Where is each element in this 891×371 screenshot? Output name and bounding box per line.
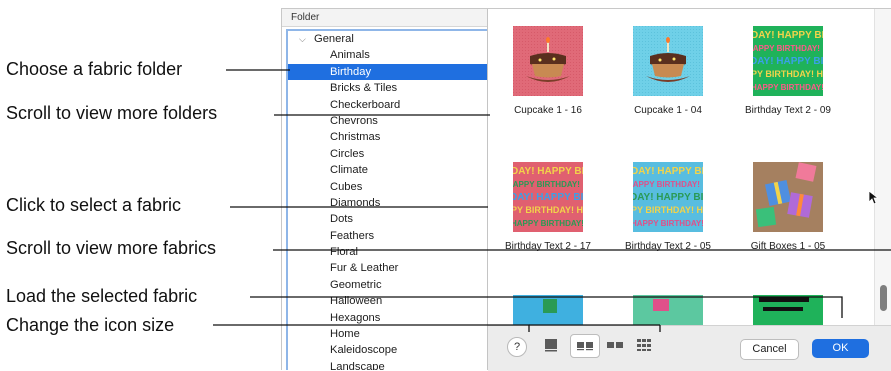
callout-icon-size: Change the icon size [6,315,175,335]
mouse-cursor-icon [868,190,878,205]
fabric-print-text: DAY! HAPPY BIRTH [633,192,703,203]
callout-select-fabric: Click to select a fabric [6,195,182,215]
fabric-print-text: DAY! HAPPY BIRTH [513,192,583,203]
fabric-scrollbar[interactable] [874,9,891,325]
folder-item[interactable]: Hexagons [288,310,487,326]
folder-panel: Folder ⌵ General Animals Birthday Bricks &… [282,9,488,370]
fabric-thumbnail-partial[interactable] [513,295,583,325]
tiny-icons-icon [637,339,651,351]
large-icons-icon [545,339,557,352]
folder-item[interactable]: Checkerboard [288,97,487,113]
folder-item[interactable]: Dots [288,211,487,227]
folder-item[interactable]: Feathers [288,228,487,244]
folder-root-label: General [314,33,354,45]
fabric-print-text: DAY! HAPPY BIRTH [513,166,583,177]
fabric-thumbnail-partial[interactable] [753,295,823,325]
folder-item[interactable]: Kaleidoscope [288,342,487,358]
dialog-footer: ? Cancel OK [488,325,891,371]
fabric-caption: Gift Boxes 1 - 05 [750,241,826,252]
fabric-caption: Cupcake 1 - 04 [634,105,702,116]
folder-item[interactable]: Climate [288,162,487,178]
fabric-print-text: DAY! HAPPY BIRTH [633,166,703,177]
folder-item[interactable]: Circles [288,146,487,162]
callout-scroll-fabrics: Scroll to view more fabrics [6,238,217,258]
medium-icons-icon [577,342,593,351]
cupcake-pink-thumbnail[interactable] [513,26,583,96]
birthday-text-blue-thumbnail[interactable]: DAY! HAPPY BIRTH HAPPY BIRTHDAY! DAY! HA… [633,162,703,232]
ok-button[interactable]: OK [812,339,869,358]
folder-item[interactable]: Floral [288,244,487,260]
callout-choose-folder: Choose a fabric folder [6,59,183,79]
fabric-print-text: PPY BIRTHDAY! HAP [633,205,703,215]
folder-item[interactable]: Christmas [288,129,487,145]
folder-item[interactable]: Animals [288,47,487,63]
fabric-grid[interactable]: Cupcake 1 - 16 Cupcake 1 - 04 DAY! HAPPY… [488,9,874,325]
birthday-text-red-thumbnail[interactable]: DAY! HAPPY BIRTH HAPPY BIRTHDAY! DAY! HA… [513,162,583,232]
folder-item[interactable]: Bricks & Tiles [288,80,487,96]
fabric-tile[interactable]: Gift Boxes 1 - 05 [728,140,848,280]
chevron-down-icon[interactable]: ⌵ [299,31,306,47]
fabric-scrollbar-thumb[interactable] [880,285,887,311]
fabric-print-text: DAY! HAPPY BIRTH [753,56,823,67]
folder-item[interactable]: Chevrons [288,113,487,129]
fabric-thumbnail-partial[interactable] [633,295,703,325]
cupcake-blue-thumbnail[interactable] [633,26,703,96]
fabric-print-text: HAPPY BIRTHDAY! HAP [753,83,823,92]
folder-header: Folder [282,9,487,27]
folder-item[interactable]: Geometric [288,277,487,293]
help-button[interactable]: ? [507,337,527,357]
fabric-tile[interactable]: DAY! HAPPY BIRTH HAPPY BIRTHDAY! DAY! HA… [728,9,848,144]
fabric-tile[interactable]: Cupcake 1 - 04 [608,9,728,144]
folder-root-general[interactable]: ⌵ General [288,31,487,47]
folder-item[interactable]: Diamonds [288,195,487,211]
icon-size-large-button[interactable] [537,334,565,356]
fabric-tile[interactable]: DAY! HAPPY BIRTH HAPPY BIRTHDAY! DAY! HA… [608,140,728,280]
gift-boxes-thumbnail[interactable] [753,162,823,232]
folder-item[interactable]: Fur & Leather [288,260,487,276]
fabric-print-text: PPY BIRTHDAY! HAP [513,205,583,215]
fabric-tile[interactable]: DAY! HAPPY BIRTH HAPPY BIRTHDAY! DAY! HA… [488,140,608,280]
callout-load-fabric: Load the selected fabric [6,286,198,306]
fabric-print-text: HAPPY BIRTHDAY! [753,44,820,53]
folder-item[interactable]: Home [288,326,487,342]
fabric-print-text: PPY BIRTHDAY! HAP [753,69,823,79]
icon-size-small-button[interactable] [601,334,629,356]
fabric-print-text: HAPPY BIRTHDAY! HAP [633,219,703,228]
icon-size-medium-button[interactable] [570,334,600,358]
fabric-tile[interactable]: Cupcake 1 - 16 [488,9,608,144]
folder-item[interactable]: Landscape [288,359,487,370]
folder-item[interactable]: Birthday [288,63,487,81]
folder-item[interactable]: Cubes [288,179,487,195]
fabric-print-text: DAY! HAPPY BIRTH [753,30,823,41]
callout-scroll-folders: Scroll to view more folders [6,103,218,123]
fabric-print-text: HAPPY BIRTHDAY! [513,180,580,189]
fabric-print-text: HAPPY BIRTHDAY! HAP [513,219,583,228]
fabric-print-text: HAPPY BIRTHDAY! [633,180,700,189]
folder-list[interactable]: ⌵ General Animals Birthday Bricks & Tiles C… [286,29,487,370]
fabric-dialog: Folder ⌵ General Animals Birthday Bricks &… [281,8,891,371]
birthday-text-green-thumbnail[interactable]: DAY! HAPPY BIRTH HAPPY BIRTHDAY! DAY! HA… [753,26,823,96]
icon-size-tiny-button[interactable] [630,334,658,356]
folder-item[interactable]: Halloween [288,293,487,309]
fabric-caption: Birthday Text 2 - 05 [625,241,711,252]
cancel-button[interactable]: Cancel [740,339,799,360]
small-icons-icon [607,342,623,348]
fabric-caption: Birthday Text 2 - 09 [745,105,831,116]
